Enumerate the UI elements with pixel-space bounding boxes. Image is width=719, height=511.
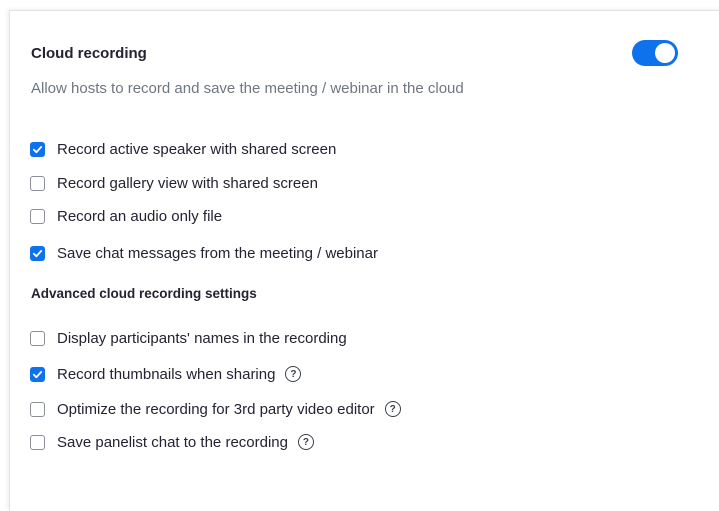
- option-label: Record an audio only file: [57, 207, 223, 225]
- checkbox[interactable]: [30, 401, 45, 417]
- option-record-audio-only[interactable]: Record an audio only file: [30, 206, 222, 226]
- option-record-thumbnails[interactable]: Record thumbnails when sharing ?: [30, 364, 302, 384]
- option-label: Record gallery view with shared screen: [57, 174, 318, 192]
- option-label: Optimize the recording for 3rd party vid…: [57, 400, 375, 418]
- toggle-knob: [655, 43, 675, 63]
- checkbox[interactable]: [30, 330, 45, 346]
- checkbox-checked[interactable]: [30, 366, 45, 382]
- option-save-panelist-chat[interactable]: Save panelist chat to the recording ?: [30, 432, 314, 452]
- cloud-recording-toggle[interactable]: [632, 40, 678, 66]
- option-label: Record active speaker with shared screen: [57, 140, 337, 158]
- option-label: Save chat messages from the meeting / we…: [57, 244, 378, 262]
- checkbox[interactable]: [30, 175, 45, 191]
- option-label: Save panelist chat to the recording: [57, 433, 288, 451]
- option-display-participant-names[interactable]: Display participants' names in the recor…: [30, 328, 347, 348]
- help-icon[interactable]: ?: [384, 401, 401, 417]
- option-label: Display participants' names in the recor…: [57, 329, 347, 347]
- help-icon[interactable]: ?: [297, 434, 314, 450]
- advanced-settings-heading: Advanced cloud recording settings: [31, 286, 257, 301]
- checkbox-checked[interactable]: [30, 141, 45, 157]
- option-record-gallery-view[interactable]: Record gallery view with shared screen: [30, 173, 318, 193]
- section-title: Cloud recording: [31, 45, 147, 62]
- checkbox[interactable]: [30, 434, 45, 450]
- option-save-chat-messages[interactable]: Save chat messages from the meeting / we…: [30, 243, 378, 263]
- checkbox[interactable]: [30, 208, 45, 224]
- checkbox-checked[interactable]: [30, 245, 45, 261]
- option-optimize-for-3rd-party-editor[interactable]: Optimize the recording for 3rd party vid…: [30, 399, 401, 419]
- option-record-active-speaker[interactable]: Record active speaker with shared screen: [30, 139, 336, 159]
- option-label: Record thumbnails when sharing: [57, 365, 276, 383]
- section-description: Allow hosts to record and save the meeti…: [31, 80, 464, 97]
- help-icon[interactable]: ?: [285, 366, 302, 382]
